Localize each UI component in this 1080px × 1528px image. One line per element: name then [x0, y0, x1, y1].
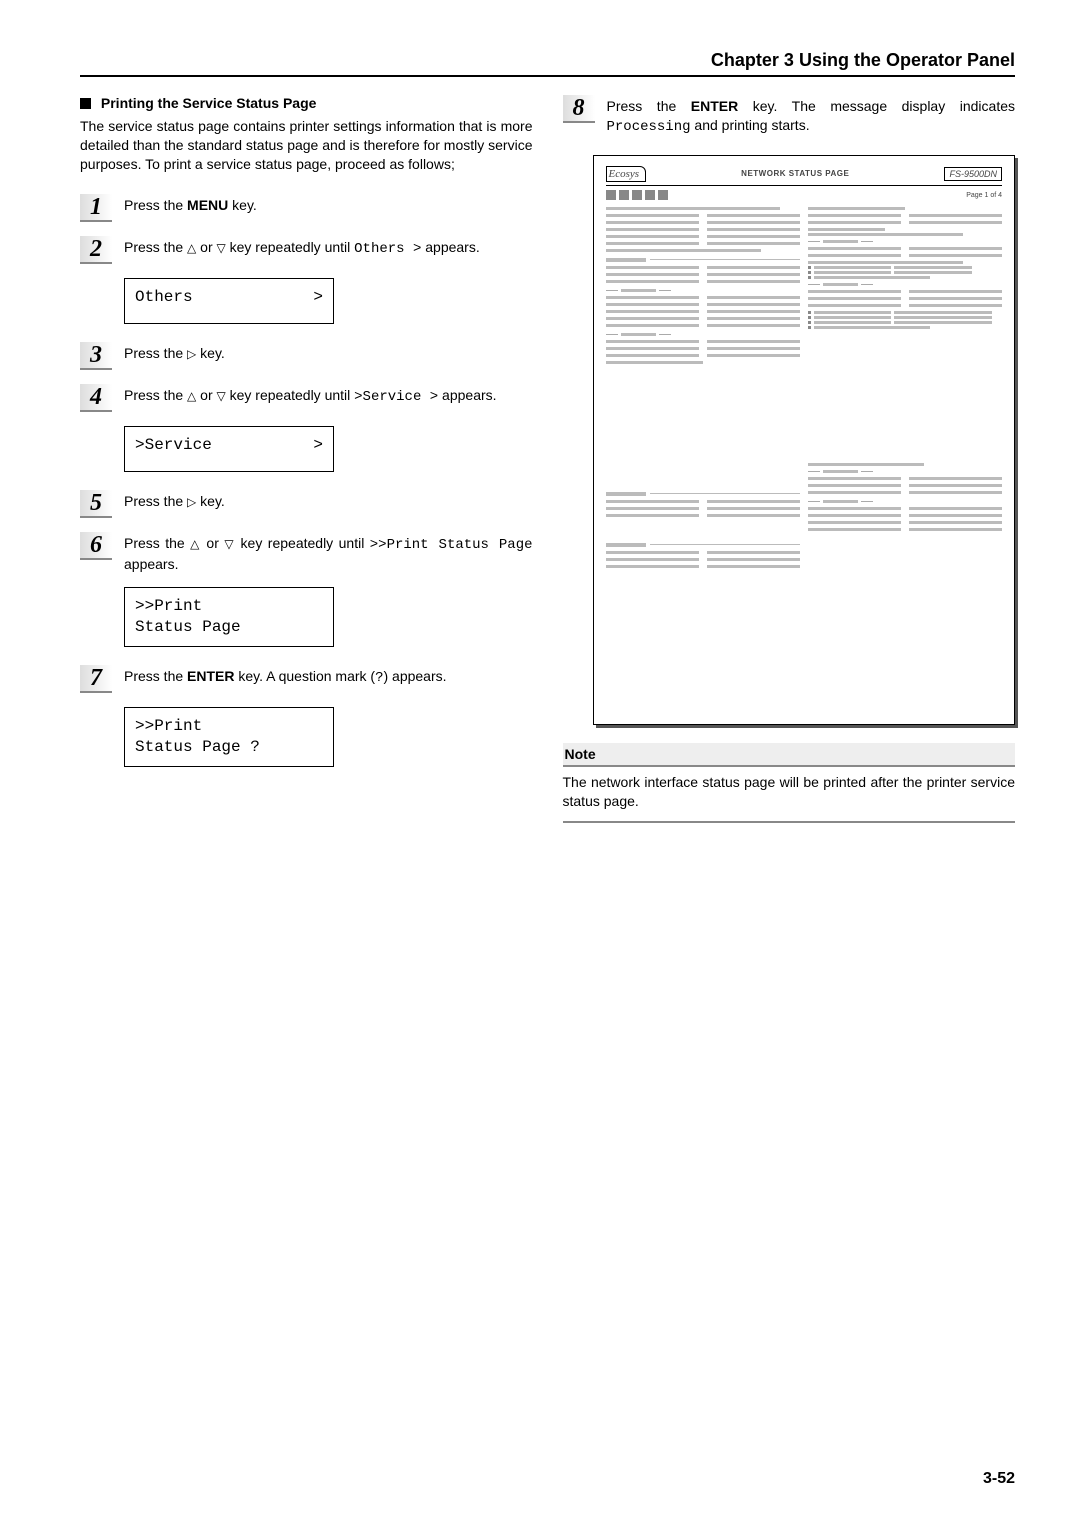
- lcd-display: >Service >: [124, 426, 334, 472]
- step-1: 1 Press the MENU key.: [80, 194, 533, 222]
- triangle-up-icon: △: [190, 537, 201, 551]
- intro-paragraph: The service status page contains printer…: [80, 117, 533, 174]
- step-number: 2: [90, 237, 102, 261]
- note-body: The network interface status page will b…: [563, 773, 1016, 811]
- net-page-body: [606, 205, 1003, 570]
- step-7: 7 Press the ENTER key. A question mark (…: [80, 665, 533, 693]
- section-heading: Printing the Service Status Page: [80, 95, 533, 111]
- step-number-box: 7: [80, 665, 112, 693]
- triangle-down-icon: ▽: [217, 241, 226, 255]
- step-number-box: 1: [80, 194, 112, 222]
- lcd-line2: Status Page ?: [135, 737, 323, 758]
- net-page-title: NETWORK STATUS PAGE: [741, 169, 849, 178]
- content-columns: Printing the Service Status Page The ser…: [80, 95, 1015, 823]
- step-4: 4 Press the △ or ▽ key repeatedly until …: [80, 384, 533, 412]
- code-text: Processing: [607, 119, 691, 135]
- step-6: 6 Press the △ or ▽ key repeatedly until …: [80, 532, 533, 574]
- lcd-display: Others >: [124, 278, 334, 324]
- net-page-header: Ecosys NETWORK STATUS PAGE FS-9500DN: [606, 166, 1003, 186]
- lcd-line1: >>Print: [135, 716, 323, 737]
- step-8: 8 Press the ENTER key. The message displ…: [563, 95, 1016, 137]
- menu-key: MENU: [187, 197, 228, 213]
- note-heading: Note: [563, 743, 1016, 767]
- enter-key: ENTER: [691, 98, 738, 114]
- step-number: 1: [90, 195, 102, 219]
- step-number: 8: [573, 96, 585, 120]
- ecosys-logo: Ecosys: [606, 166, 647, 182]
- triangle-right-icon: ▷: [187, 347, 196, 361]
- lcd-arrow: >: [313, 435, 323, 456]
- step-5: 5 Press the ▷ key.: [80, 490, 533, 518]
- lcd-line1: >Service: [135, 435, 212, 456]
- lcd-line2: Status Page: [135, 617, 323, 638]
- step-number: 7: [90, 666, 102, 690]
- step-number-box: 8: [563, 95, 595, 123]
- step-number: 5: [90, 491, 102, 515]
- step-text: Press the ENTER key. The message display…: [607, 95, 1016, 137]
- step-text: Press the ▷ key.: [124, 490, 533, 518]
- step-text: Press the ENTER key. A question mark (?)…: [124, 665, 533, 693]
- right-column: 8 Press the ENTER key. The message displ…: [563, 95, 1016, 823]
- left-column: Printing the Service Status Page The ser…: [80, 95, 533, 823]
- step-number: 6: [90, 533, 102, 557]
- triangle-down-icon: ▽: [217, 389, 226, 403]
- step-number-box: 4: [80, 384, 112, 412]
- lcd-arrow: >: [313, 287, 323, 308]
- printer-model: FS-9500DN: [944, 167, 1002, 181]
- step-text: Press the ▷ key.: [124, 342, 533, 370]
- lcd-line1: >>Print: [135, 596, 323, 617]
- step-2: 2 Press the △ or ▽ key repeatedly until …: [80, 236, 533, 264]
- step-text: Press the △ or ▽ key repeatedly until >S…: [124, 384, 533, 412]
- step-number-box: 2: [80, 236, 112, 264]
- chapter-title: Chapter 3 Using the Operator Panel: [711, 50, 1015, 70]
- code-text: >Service >: [354, 389, 438, 405]
- step-text: Press the △ or ▽ key repeatedly until Ot…: [124, 236, 533, 264]
- lcd-display: >>Print Status Page: [124, 587, 334, 647]
- step-text: Press the MENU key.: [124, 194, 533, 222]
- triangle-right-icon: ▷: [187, 495, 196, 509]
- section-heading-text: Printing the Service Status Page: [101, 95, 317, 111]
- code-text: >>Print Status Page: [370, 537, 533, 553]
- lcd-display: >>Print Status Page ?: [124, 707, 334, 767]
- network-status-page-figure: Ecosys NETWORK STATUS PAGE FS-9500DN Pag…: [593, 155, 1016, 725]
- step-3: 3 Press the ▷ key.: [80, 342, 533, 370]
- step-number-box: 6: [80, 532, 112, 560]
- page-number: 3-52: [983, 1470, 1015, 1488]
- enter-key: ENTER: [187, 668, 234, 684]
- triangle-up-icon: △: [187, 241, 196, 255]
- lcd-line1: Others: [135, 287, 193, 308]
- square-bullet-icon: [80, 98, 91, 109]
- triangle-down-icon: ▽: [224, 537, 235, 551]
- note-divider: [563, 821, 1016, 823]
- code-text: Others >: [354, 241, 421, 257]
- triangle-up-icon: △: [187, 389, 196, 403]
- step-number: 3: [90, 343, 102, 367]
- step-number-box: 5: [80, 490, 112, 518]
- step-text: Press the △ or ▽ key repeatedly until >>…: [124, 532, 533, 574]
- step-number-box: 3: [80, 342, 112, 370]
- step-number: 4: [90, 385, 102, 409]
- page-header: Chapter 3 Using the Operator Panel: [80, 50, 1015, 77]
